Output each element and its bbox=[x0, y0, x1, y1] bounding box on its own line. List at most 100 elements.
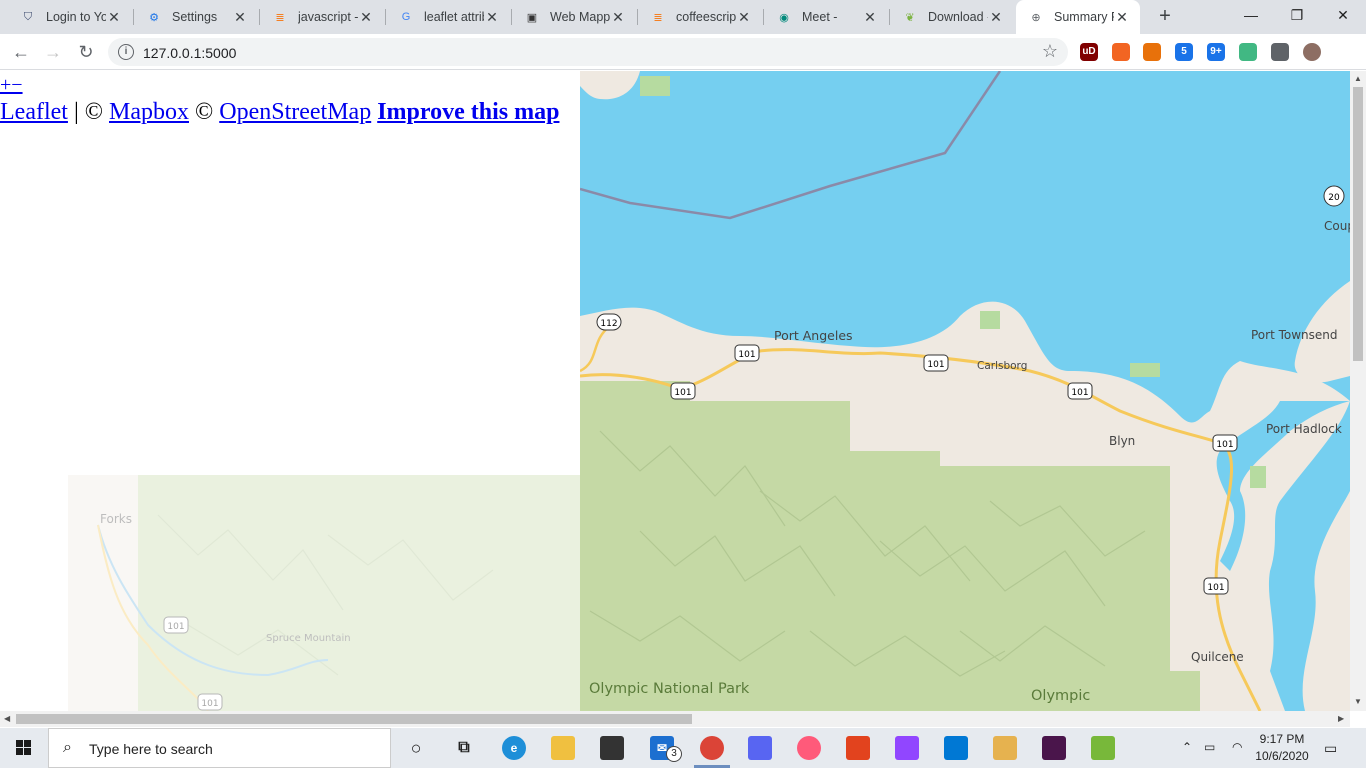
tab-title: Download - bbox=[928, 10, 988, 24]
scroll-left-arrow-icon[interactable]: ◀ bbox=[4, 714, 10, 723]
browser-tab[interactable]: ⚙ Settings ✕ bbox=[134, 0, 258, 34]
forward-icon[interactable]: → bbox=[40, 39, 66, 65]
windows-taskbar: ⌕ Type here to search ○ ⧉ e ✉ 3 ⌃ ▭ ◠ 9:… bbox=[0, 728, 1366, 768]
slack-icon[interactable] bbox=[1042, 736, 1066, 760]
sourcetree-icon[interactable] bbox=[993, 736, 1017, 760]
map-tiles[interactable]: Port Angeles Carlsborg Port Townsend Por… bbox=[580, 71, 1350, 711]
info-icon[interactable]: i bbox=[118, 44, 134, 60]
address-bar[interactable]: i 127.0.0.1:5000 ☆ bbox=[108, 38, 1068, 66]
back-icon[interactable]: ← bbox=[8, 39, 34, 65]
zoom-controls[interactable]: +− bbox=[0, 75, 23, 95]
store-icon[interactable] bbox=[600, 736, 624, 760]
close-tab-icon[interactable]: ✕ bbox=[106, 9, 122, 26]
close-tab-icon[interactable]: ✕ bbox=[610, 9, 626, 26]
search-placeholder[interactable]: Type here to search bbox=[89, 741, 213, 757]
browser-tab[interactable]: ⊕ Summary Fi✕ bbox=[1016, 0, 1140, 34]
ublock-icon[interactable]: uD bbox=[1080, 43, 1098, 61]
twitch-icon[interactable] bbox=[895, 736, 919, 760]
route-shield-112: 112 bbox=[596, 313, 622, 331]
browser-tab[interactable]: ◉ Meet - ✕ bbox=[764, 0, 888, 34]
browser-tab[interactable]: Gleaflet attrib ✕ bbox=[386, 0, 510, 34]
notification-icon[interactable]: ▭ bbox=[1324, 740, 1337, 757]
office-icon[interactable] bbox=[846, 736, 870, 760]
task-view-icon[interactable]: ⧉ bbox=[452, 736, 476, 760]
close-tab-icon[interactable]: ✕ bbox=[862, 9, 878, 26]
mapbox-link[interactable]: Mapbox bbox=[109, 99, 189, 125]
openstreetmap-link[interactable]: OpenStreetMap bbox=[219, 99, 371, 125]
leaflet-link[interactable]: Leaflet bbox=[0, 99, 68, 125]
tab-separator bbox=[385, 9, 386, 25]
horizontal-scrollbar[interactable]: ◀ ▶ bbox=[0, 711, 1350, 727]
browser-tab[interactable]: ≣ coffeescript ✕ bbox=[638, 0, 762, 34]
scroll-right-arrow-icon[interactable]: ▶ bbox=[1338, 714, 1344, 723]
vertical-scrollbar[interactable]: ▲ ▼ bbox=[1350, 71, 1366, 711]
bookmark-star-icon[interactable]: ☆ bbox=[1042, 41, 1058, 62]
label-port-townsend: Port Townsend bbox=[1251, 328, 1338, 342]
chrome-icon[interactable] bbox=[700, 736, 724, 760]
extension-orange-icon[interactable] bbox=[1112, 43, 1130, 61]
label-olympic: Olympic bbox=[1031, 688, 1090, 704]
globe-icon: ⊕ bbox=[1031, 11, 1041, 24]
url-text[interactable]: 127.0.0.1:5000 bbox=[143, 45, 236, 61]
taskbar-clock[interactable]: 9:17 PM 10/6/2020 bbox=[1252, 731, 1312, 765]
route-shield-101-b: 101 bbox=[670, 382, 696, 400]
battery-icon[interactable]: ▭ bbox=[1204, 740, 1215, 754]
scroll-down-arrow-icon[interactable]: ▼ bbox=[1354, 697, 1362, 706]
taskbar-search[interactable]: ⌕ Type here to search bbox=[48, 728, 391, 768]
minimize-button[interactable]: — bbox=[1228, 0, 1274, 30]
discord-icon[interactable] bbox=[748, 736, 772, 760]
browser-tab[interactable]: ≣ javascript - ✕ bbox=[260, 0, 384, 34]
cortana-icon[interactable]: ○ bbox=[404, 736, 428, 760]
firefox-dev-icon[interactable] bbox=[797, 736, 821, 760]
tab-title: Meet - bbox=[802, 10, 838, 24]
label-port-angeles: Port Angeles bbox=[774, 328, 853, 343]
maximize-button[interactable]: ❐ bbox=[1274, 0, 1320, 30]
label-spruce-mountain: Spruce Mountain bbox=[266, 633, 351, 644]
tray-chevron-icon[interactable]: ⌃ bbox=[1182, 740, 1192, 754]
stackoverflow-icon: ≣ bbox=[275, 11, 285, 24]
new-tab-button[interactable]: + bbox=[1153, 5, 1177, 29]
improve-map-link[interactable]: Improve this map bbox=[377, 99, 559, 125]
label-olympic-national-park: Olympic National Park bbox=[589, 681, 750, 697]
file-explorer-icon[interactable] bbox=[551, 736, 575, 760]
browser-tab[interactable]: ❦ Download - ✕ bbox=[890, 0, 1014, 34]
edge-icon[interactable]: e bbox=[502, 736, 526, 760]
label-carlsborg: Carlsborg bbox=[977, 360, 1027, 372]
close-tab-icon[interactable]: ✕ bbox=[358, 9, 374, 26]
close-tab-icon[interactable]: ✕ bbox=[232, 9, 248, 26]
notepad-icon[interactable] bbox=[1091, 736, 1115, 760]
tag-extension-icon[interactable] bbox=[1143, 43, 1161, 61]
close-tab-icon[interactable]: ✕ bbox=[1114, 9, 1130, 26]
vscode-icon[interactable] bbox=[944, 736, 968, 760]
profile-avatar[interactable] bbox=[1303, 43, 1321, 61]
svg-text:101: 101 bbox=[738, 350, 755, 360]
close-tab-icon[interactable]: ✕ bbox=[988, 9, 1004, 26]
page-content: Port Angeles Carlsborg Port Townsend Por… bbox=[0, 71, 1350, 711]
badge-extension-icon[interactable]: 9+ bbox=[1207, 43, 1225, 61]
browser-tab[interactable]: ⛉ Login to Yo ✕ bbox=[8, 0, 132, 34]
wifi-icon[interactable]: ◠ bbox=[1232, 740, 1242, 754]
tab-strip: ⛉ Login to Yo ✕ ⚙ Settings ✕ ≣ javascript - ✕ Gle… bbox=[0, 0, 1366, 34]
start-button[interactable] bbox=[0, 728, 48, 768]
label-blyn: Blyn bbox=[1109, 434, 1135, 448]
route-shield-101-e: 101 bbox=[1212, 434, 1238, 452]
close-tab-icon[interactable]: ✕ bbox=[736, 9, 752, 26]
horizontal-scroll-thumb[interactable] bbox=[16, 714, 692, 724]
label-quilcene: Quilcene bbox=[1191, 650, 1244, 664]
route-shield-101-c: 101 bbox=[923, 354, 949, 372]
vertical-scroll-thumb[interactable] bbox=[1353, 87, 1363, 361]
close-window-button[interactable]: ✕ bbox=[1320, 0, 1366, 30]
map-tiles-faded[interactable]: Forks Spruce Mountain 101 101 bbox=[68, 475, 580, 711]
gear-extension-icon[interactable]: 5 bbox=[1175, 43, 1193, 61]
reload-icon[interactable]: ↻ bbox=[73, 39, 99, 65]
stackoverflow-icon: ≣ bbox=[653, 11, 663, 24]
svg-text:101: 101 bbox=[674, 388, 691, 398]
windows-logo-icon[interactable] bbox=[0, 728, 48, 768]
mail-badge: 3 bbox=[666, 746, 682, 762]
scroll-up-arrow-icon[interactable]: ▲ bbox=[1354, 74, 1362, 83]
label-coupeville: Coup bbox=[1324, 219, 1350, 233]
vue-extension-icon[interactable] bbox=[1239, 43, 1257, 61]
puzzle-icon[interactable] bbox=[1271, 43, 1289, 61]
browser-tab[interactable]: ▣ Web Mappi ✕ bbox=[512, 0, 636, 34]
close-tab-icon[interactable]: ✕ bbox=[484, 9, 500, 26]
